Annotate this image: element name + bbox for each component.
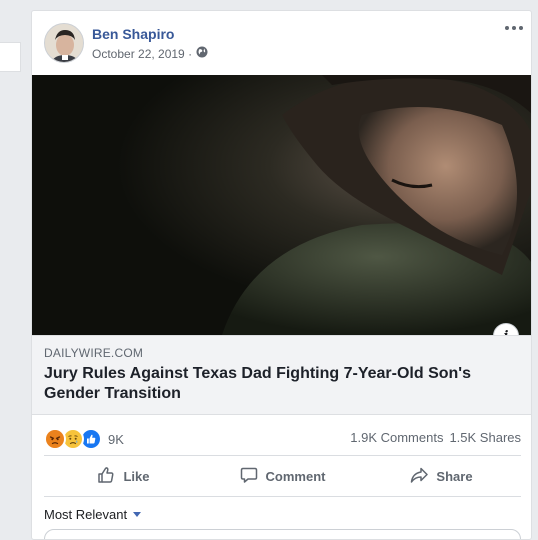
angry-reaction-icon <box>44 428 66 450</box>
thumbs-up-icon <box>97 466 115 487</box>
post-stats: 9K 1.9K Comments 1.5K Shares <box>32 415 531 459</box>
shares-count[interactable]: 1.5K Shares <box>449 430 521 445</box>
share-arrow-icon <box>410 466 429 487</box>
like-button[interactable]: Like <box>44 456 203 496</box>
post-action-bar: Like Comment Share <box>44 455 521 497</box>
post-date[interactable]: October 22, 2019 · <box>92 47 192 61</box>
sort-label: Most Relevant <box>44 507 128 522</box>
comment-input[interactable] <box>44 529 521 539</box>
comment-label: Comment <box>265 468 326 484</box>
author-name[interactable]: Ben Shapiro <box>92 26 174 42</box>
reaction-count[interactable]: 9K <box>108 432 124 447</box>
author-avatar[interactable] <box>44 23 84 63</box>
engagement-counts: 1.9K Comments 1.5K Shares <box>350 430 521 445</box>
more-dots-icon[interactable] <box>505 21 523 35</box>
share-label: Share <box>436 468 473 484</box>
post-meta: October 22, 2019 · <box>92 46 208 61</box>
link-domain: DAILYWIRE.COM <box>44 346 144 360</box>
link-preview-image[interactable] <box>32 75 531 335</box>
post-card: Ben Shapiro October 22, 2019 · DAILYWIRE… <box>31 10 532 540</box>
link-preview[interactable]: DAILYWIRE.COM Jury Rules Against Texas D… <box>32 335 531 415</box>
left-column-card <box>0 42 21 72</box>
comment-button[interactable]: Comment <box>203 456 362 496</box>
reaction-summary[interactable]: 9K <box>44 428 124 450</box>
comment-sort-dropdown[interactable]: Most Relevant <box>44 507 142 522</box>
comments-count[interactable]: 1.9K Comments <box>350 430 443 445</box>
link-title[interactable]: Jury Rules Against Texas Dad Fighting 7-… <box>44 364 514 404</box>
like-label: Like <box>123 468 150 484</box>
globe-icon[interactable] <box>196 46 208 61</box>
share-button[interactable]: Share <box>362 456 521 496</box>
caret-down-icon <box>133 512 142 517</box>
comment-bubble-icon <box>240 466 258 487</box>
